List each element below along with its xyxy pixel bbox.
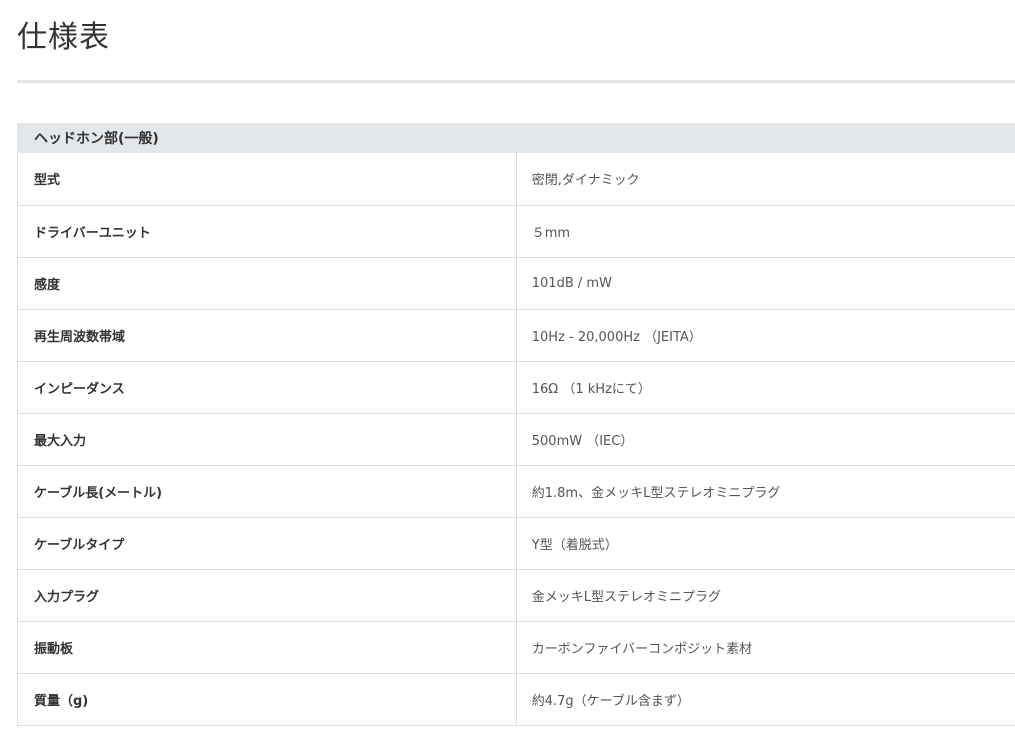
table-row: 再生周波数帯域 10Hz - 20,000Hz （JEITA） [17,309,1015,362]
spec-value: 金メッキL型ステレオミニプラグ [516,569,1015,622]
spec-label: 型式 [17,153,517,206]
table-row: 感度 101dB / mW [17,257,1015,310]
table-row: 入力プラグ 金メッキL型ステレオミニプラグ [17,569,1015,622]
spec-label: 入力プラグ [17,569,517,622]
spec-value: 約4.7g（ケーブル含まず） [516,673,1015,726]
spec-value: 10Hz - 20,000Hz （JEITA） [516,309,1015,362]
spec-label: 感度 [17,257,517,310]
table-row: インピーダンス 16Ω （1 kHzにて） [17,361,1015,414]
spec-label: 振動板 [17,621,517,674]
spec-value: カーボンファイバーコンポジット素材 [516,621,1015,674]
table-row: 振動板 カーボンファイバーコンポジット素材 [17,621,1015,674]
spec-value: 16Ω （1 kHzにて） [516,361,1015,414]
spec-value: ５mm [516,205,1015,258]
spec-label: ケーブル長(メートル) [17,465,517,518]
spec-value: 101dB / mW [516,257,1015,310]
spec-label: ケーブルタイプ [17,517,517,570]
spec-value: 約1.8m、金メッキL型ステレオミニプラグ [516,465,1015,518]
table-row: ケーブルタイプ Y型（着脱式） [17,517,1015,570]
section-header-row: ヘッドホン部(一般) [17,123,1015,153]
spec-label: ドライバーユニット [17,205,517,258]
spec-label: 最大入力 [17,413,517,466]
table-row: 最大入力 500mW （IEC） [17,413,1015,466]
spec-value: Y型（着脱式） [516,517,1015,570]
spec-value: 密閉,ダイナミック [516,153,1015,206]
page-title: 仕様表 [17,20,110,55]
title-divider [17,80,1015,83]
table-row: ケーブル長(メートル) 約1.8m、金メッキL型ステレオミニプラグ [17,465,1015,518]
spec-label: 質量（g) [17,673,517,726]
table-row: ドライバーユニット ５mm [17,205,1015,258]
spec-label: 再生周波数帯域 [17,309,517,362]
table-row: 質量（g) 約4.7g（ケーブル含まず） [17,673,1015,726]
spec-label: インピーダンス [17,361,517,414]
spec-value: 500mW （IEC） [516,413,1015,466]
section-header: ヘッドホン部(一般) [17,123,1015,153]
spec-table: ヘッドホン部(一般) 型式 密閉,ダイナミック ドライバーユニット ５mm 感度… [17,123,1015,726]
table-row: 型式 密閉,ダイナミック [17,153,1015,206]
